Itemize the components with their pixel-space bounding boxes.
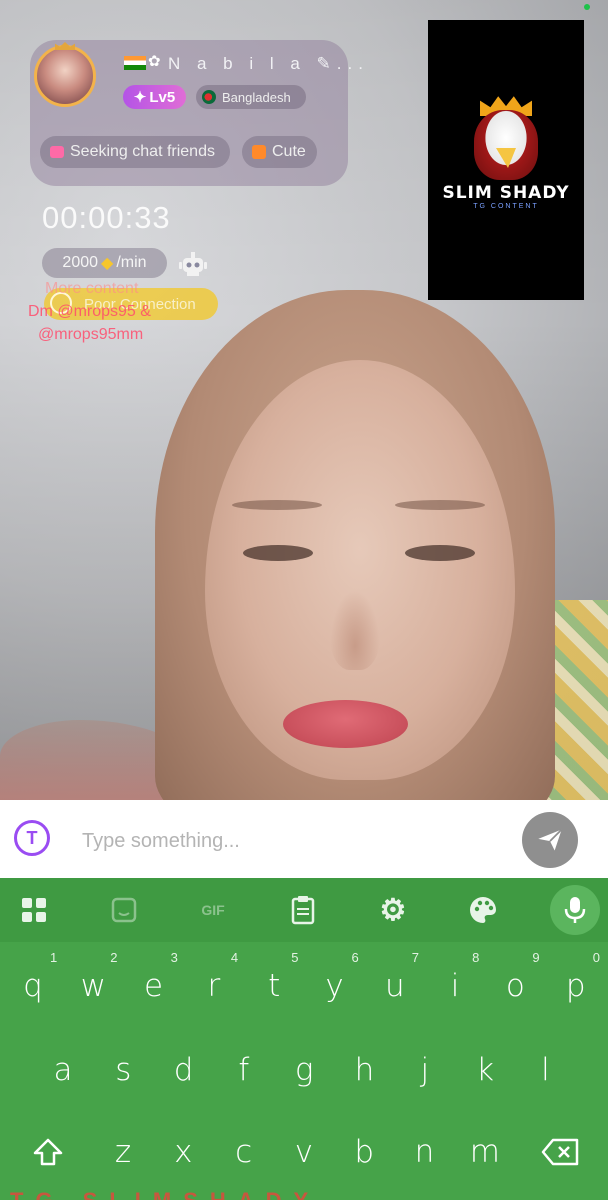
key-number-hint: 1 [50,950,58,965]
key-number-hint: 2 [110,950,118,965]
key-f[interactable]: f [214,1040,274,1100]
sticker-icon[interactable] [106,892,142,928]
key-k[interactable]: k [455,1040,515,1100]
key-b[interactable]: b [334,1122,394,1182]
avatar[interactable] [34,45,96,107]
key-number-hint: 8 [472,950,480,965]
thumbnail-subtitle: TG CONTENT [473,203,539,210]
key-e[interactable]: e [124,956,184,1016]
key-j[interactable]: j [395,1040,455,1100]
key-x[interactable]: x [153,1122,213,1182]
bangladesh-flag-icon [202,90,216,104]
key-t[interactable]: t [244,956,304,1016]
key-w[interactable]: w [63,956,123,1016]
translate-icon[interactable]: T [14,820,50,856]
tag-seeking-chat: Seeking chat friends [40,136,230,168]
palette-icon[interactable] [465,892,501,928]
heart-icon [50,146,64,158]
key-r[interactable]: r [184,956,244,1016]
tag-cute: Cute [242,136,317,168]
key-number-hint: 7 [411,950,420,965]
key-number-hint: 9 [532,950,540,965]
flower-icon: ✿ [148,53,161,70]
diamond-icon: ◆ [101,255,114,272]
key-n[interactable]: n [395,1122,455,1182]
key-h[interactable]: h [335,1040,395,1100]
key-v[interactable]: v [274,1122,334,1182]
backspace-icon [541,1138,579,1166]
key-number-hint: 5 [291,950,299,965]
key-d[interactable]: d [154,1040,214,1100]
profile-name: N a b i l a ✎... [168,54,369,73]
key-number-hint: 4 [230,950,239,965]
key-i[interactable]: i [425,956,485,1016]
shift-key[interactable] [18,1122,78,1182]
key-l[interactable]: l [515,1040,575,1100]
cute-icon [252,145,266,159]
key-q[interactable]: q [3,956,63,1016]
sparkle-icon: ✦ [133,89,147,106]
level-badge: ✦ Lv5 [123,85,186,109]
key-number-hint: 0 [592,950,600,965]
mic-icon [564,897,586,923]
eagle-logo-icon [474,110,538,180]
status-dot [584,4,590,10]
key-g[interactable]: g [274,1040,334,1100]
india-flag-icon [124,56,146,70]
more-content-text: More content [45,280,139,297]
call-timer: 00:00:33 [42,200,171,235]
key-u[interactable]: u [365,956,425,1016]
apps-icon[interactable] [16,892,52,928]
robot-icon[interactable] [178,250,208,278]
key-s[interactable]: s [93,1040,153,1100]
shift-icon [33,1138,63,1166]
send-icon [538,828,563,851]
clipboard-icon[interactable] [285,892,321,928]
call-rate: 2000 ◆ /min [42,248,167,278]
send-button[interactable] [522,812,578,868]
bottom-strip: TG SLIMSHADY [0,1186,608,1200]
backspace-key[interactable] [530,1122,590,1182]
gif-icon[interactable]: GIF [195,892,231,928]
mic-button[interactable] [550,885,600,935]
gear-icon[interactable]: ⚙ [375,892,411,928]
key-z[interactable]: z [93,1122,153,1182]
key-m[interactable]: m [455,1122,515,1182]
key-c[interactable]: c [214,1122,274,1182]
message-input[interactable] [80,818,504,864]
key-number-hint: 3 [170,950,178,965]
key-a[interactable]: a [33,1040,93,1100]
key-p[interactable]: p [546,956,606,1016]
country-badge: Bangladesh [196,85,306,109]
watermark: Dm @mrops95 & @mrops95mm [28,303,151,343]
thumbnail-title: SLIM SHADY [442,183,570,203]
key-o[interactable]: o [485,956,545,1016]
key-y[interactable]: y [305,956,365,1016]
key-number-hint: 6 [351,950,359,965]
